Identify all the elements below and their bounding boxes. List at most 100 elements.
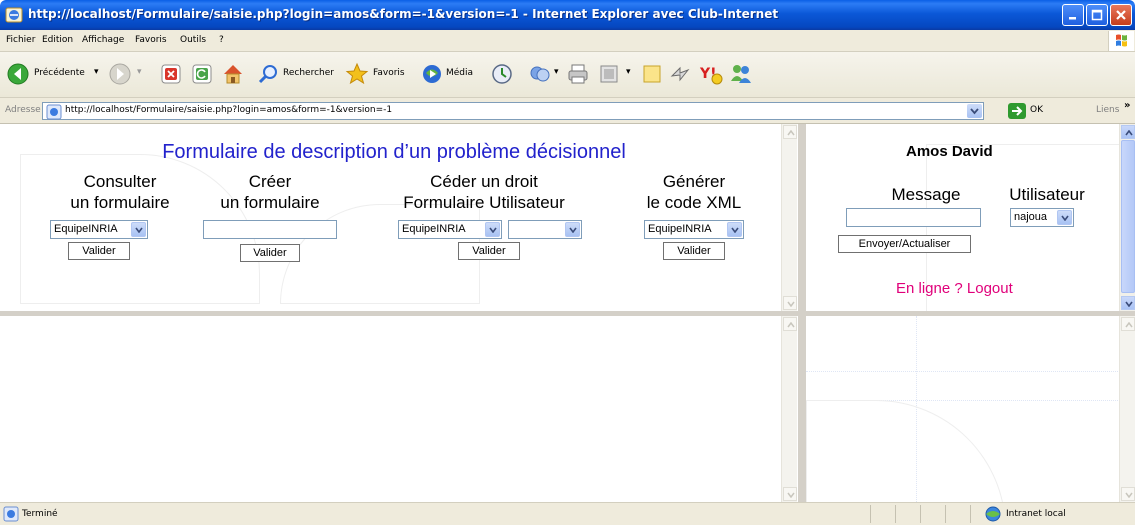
- menu-affichage[interactable]: Affichage: [82, 35, 124, 45]
- user-name: Amos David: [906, 143, 993, 160]
- scroll-down-button[interactable]: [1121, 296, 1135, 310]
- online-link[interactable]: En ligne ?: [896, 280, 963, 297]
- user-frame-scrollbar[interactable]: [1119, 124, 1135, 311]
- messenger-icon[interactable]: [668, 62, 692, 86]
- yahoo-icon[interactable]: Y!: [698, 61, 724, 87]
- content-frame-scrollbar[interactable]: [781, 316, 797, 502]
- grant-form-select[interactable]: EquipeINRIA: [398, 220, 502, 239]
- status-separator: [945, 505, 946, 523]
- favorites-button[interactable]: Favoris: [345, 62, 417, 86]
- menu-help[interactable]: ?: [219, 35, 224, 45]
- scroll-down-button[interactable]: [783, 487, 797, 501]
- scroll-up-button[interactable]: [783, 125, 797, 139]
- generate-xml-select[interactable]: EquipeINRIA: [644, 220, 744, 239]
- back-button[interactable]: Précédente ▾: [6, 62, 106, 86]
- user-select[interactable]: najoua: [1010, 208, 1074, 227]
- generate-validate-button[interactable]: Valider: [663, 242, 725, 260]
- generate-xml-label-line1: Générer: [662, 172, 726, 191]
- scroll-down-button[interactable]: [1121, 487, 1135, 501]
- maximize-icon: [1091, 9, 1103, 21]
- chat-frame: [806, 316, 1135, 502]
- minimize-button[interactable]: [1062, 4, 1084, 26]
- consult-form-select[interactable]: EquipeINRIA: [50, 220, 148, 239]
- msn-buddies-icon[interactable]: [728, 61, 754, 87]
- background-watermark: [806, 400, 1006, 502]
- chevron-down-icon[interactable]: [1057, 210, 1072, 225]
- media-button[interactable]: Média: [420, 62, 488, 86]
- chevron-down-icon[interactable]: [131, 222, 146, 237]
- address-value: http://localhost/Formulaire/saisie.php?l…: [65, 105, 393, 115]
- mail-icon[interactable]: [528, 62, 552, 86]
- chevron-up-icon: [787, 130, 795, 136]
- address-input[interactable]: http://localhost/Formulaire/saisie.php?l…: [42, 102, 984, 120]
- chat-frame-scrollbar[interactable]: [1119, 316, 1135, 502]
- create-validate-button[interactable]: Valider: [240, 244, 300, 262]
- chevron-up-icon: [1125, 322, 1133, 328]
- message-input[interactable]: [846, 208, 981, 227]
- address-bar: Adresse http://localhost/Formulaire/sais…: [0, 98, 1135, 124]
- online-status-link: En ligne ? Logout: [896, 280, 1013, 297]
- links-chevron-icon[interactable]: »: [1124, 100, 1130, 111]
- page-icon: [46, 104, 62, 120]
- stop-icon[interactable]: [160, 63, 182, 85]
- history-icon[interactable]: [490, 62, 514, 86]
- edit-dropdown-icon[interactable]: ▾: [626, 67, 631, 77]
- edit-page-icon[interactable]: [598, 63, 620, 85]
- mail-dropdown-icon[interactable]: ▾: [554, 67, 559, 77]
- chevron-down-icon: [787, 492, 795, 498]
- home-icon[interactable]: [221, 62, 245, 86]
- user-label: Utilisateur: [1009, 185, 1085, 204]
- window-title-bar[interactable]: http://localhost/Formulaire/saisie.php?l…: [0, 0, 1135, 30]
- favorites-label: Favoris: [373, 68, 405, 78]
- close-button[interactable]: [1110, 4, 1132, 26]
- media-label: Média: [446, 68, 474, 78]
- background-watermark-2: [280, 204, 480, 304]
- menu-favoris[interactable]: Favoris: [135, 35, 167, 45]
- grant-user-select[interactable]: [508, 220, 582, 239]
- close-icon: [1116, 10, 1126, 20]
- send-refresh-button[interactable]: Envoyer/Actualiser: [838, 235, 971, 253]
- menu-fichier[interactable]: Fichier: [6, 35, 35, 45]
- address-dropdown-button[interactable]: [967, 104, 982, 118]
- chevron-down-icon[interactable]: [727, 222, 742, 237]
- scroll-up-button[interactable]: [1121, 317, 1135, 331]
- refresh-icon[interactable]: [191, 63, 213, 85]
- search-button[interactable]: Rechercher: [258, 62, 340, 86]
- status-separator: [870, 505, 871, 523]
- links-label[interactable]: Liens: [1096, 105, 1119, 115]
- create-form-input[interactable]: [203, 220, 337, 239]
- scroll-up-button[interactable]: [783, 317, 797, 331]
- generate-xml-label-line2: le code XML: [646, 193, 742, 212]
- scroll-down-button[interactable]: [783, 296, 797, 310]
- back-arrow-icon: [7, 63, 29, 85]
- page-title: Formulaire de description d’un problème …: [162, 141, 626, 163]
- create-form-label-line1: Créer: [248, 172, 292, 191]
- consult-validate-button[interactable]: Valider: [68, 242, 130, 260]
- menu-bar: Fichier Edition Affichage Favoris Outils…: [0, 30, 1135, 52]
- chevron-down-icon[interactable]: [485, 222, 500, 237]
- scroll-up-button[interactable]: [1121, 125, 1135, 139]
- windows-flag-icon: [1116, 34, 1127, 47]
- status-separator: [920, 505, 921, 523]
- note-icon[interactable]: [640, 62, 664, 86]
- scroll-thumb[interactable]: [1121, 140, 1135, 293]
- go-arrow-icon[interactable]: [1008, 103, 1026, 119]
- minimize-icon: [1069, 17, 1076, 20]
- logout-link[interactable]: Logout: [967, 280, 1013, 297]
- forward-arrow-icon[interactable]: [108, 62, 132, 86]
- chevron-down-icon[interactable]: [565, 222, 580, 237]
- print-icon[interactable]: [566, 62, 590, 86]
- maximize-button[interactable]: [1086, 4, 1108, 26]
- menu-outils[interactable]: Outils: [180, 35, 206, 45]
- background-line: [806, 371, 1135, 372]
- menu-edition[interactable]: Edition: [42, 35, 73, 45]
- chevron-up-icon: [787, 322, 795, 328]
- forward-dropdown-icon[interactable]: ▾: [137, 67, 142, 77]
- go-button[interactable]: OK: [1030, 105, 1043, 115]
- main-frame-scrollbar[interactable]: [781, 124, 797, 311]
- address-label: Adresse: [5, 105, 41, 115]
- generate-xml-label: Générer le code XML: [594, 171, 794, 213]
- status-separator: [970, 505, 971, 523]
- main-form-frame: Formulaire de description d’un problème …: [0, 124, 798, 311]
- grant-validate-button[interactable]: Valider: [458, 242, 520, 260]
